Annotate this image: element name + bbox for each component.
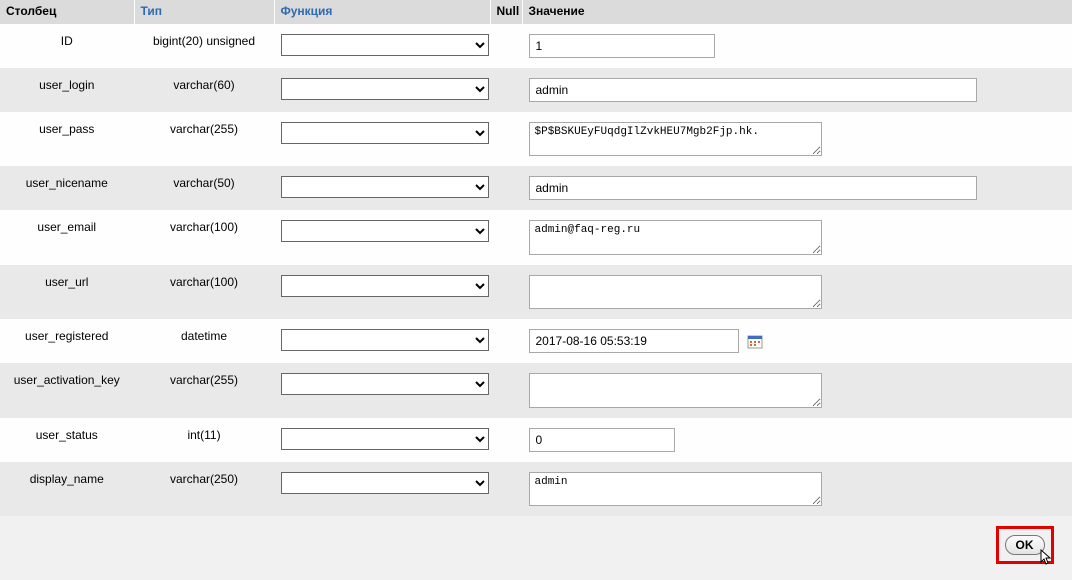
function-select[interactable] <box>281 275 489 297</box>
null-cell <box>490 24 522 68</box>
header-null: Null <box>490 0 522 24</box>
column-name: user_status <box>0 418 134 462</box>
column-type: varchar(100) <box>134 210 274 264</box>
column-name: user_nicename <box>0 166 134 210</box>
value-input[interactable] <box>529 329 739 353</box>
header-value: Значение <box>522 0 1072 24</box>
function-select[interactable] <box>281 428 489 450</box>
value-textarea[interactable] <box>529 220 822 254</box>
value-cell <box>522 418 1072 462</box>
value-input[interactable] <box>529 428 675 452</box>
column-name: user_registered <box>0 319 134 363</box>
column-name: user_url <box>0 265 134 319</box>
value-cell <box>522 112 1072 166</box>
function-select[interactable] <box>281 78 489 100</box>
column-type: bigint(20) unsigned <box>134 24 274 68</box>
column-name: user_pass <box>0 112 134 166</box>
header-column: Столбец <box>0 0 134 24</box>
function-select[interactable] <box>281 220 489 242</box>
value-cell <box>522 210 1072 264</box>
function-cell <box>274 265 490 319</box>
column-name: display_name <box>0 462 134 516</box>
column-type: varchar(50) <box>134 166 274 210</box>
null-cell <box>490 418 522 462</box>
value-textarea[interactable] <box>529 275 822 309</box>
column-name: user_email <box>0 210 134 264</box>
function-select[interactable] <box>281 329 489 351</box>
function-select[interactable] <box>281 122 489 144</box>
table-row: user_emailvarchar(100) <box>0 210 1072 264</box>
value-cell <box>522 265 1072 319</box>
function-select[interactable] <box>281 34 489 56</box>
value-cell <box>522 24 1072 68</box>
value-input[interactable] <box>529 34 715 58</box>
value-cell <box>522 363 1072 417</box>
function-cell <box>274 112 490 166</box>
column-type: varchar(100) <box>134 265 274 319</box>
table-row: user_loginvarchar(60) <box>0 68 1072 112</box>
function-cell <box>274 68 490 112</box>
column-type: varchar(255) <box>134 363 274 417</box>
table-row: user_activation_keyvarchar(255) <box>0 363 1072 417</box>
value-cell <box>522 68 1072 112</box>
header-type[interactable]: Тип <box>134 0 274 24</box>
column-name: user_activation_key <box>0 363 134 417</box>
edit-row-table: Столбец Тип Функция Null Значение IDbigi… <box>0 0 1072 580</box>
null-cell <box>490 462 522 516</box>
table-row: user_passvarchar(255) <box>0 112 1072 166</box>
column-type: datetime <box>134 319 274 363</box>
null-cell <box>490 363 522 417</box>
table-row: user_nicenamevarchar(50) <box>0 166 1072 210</box>
null-cell <box>490 112 522 166</box>
ok-highlight: OK <box>996 526 1054 564</box>
column-type: int(11) <box>134 418 274 462</box>
function-select[interactable] <box>281 472 489 494</box>
null-cell <box>490 210 522 264</box>
value-input[interactable] <box>529 78 977 102</box>
function-cell <box>274 462 490 516</box>
function-cell <box>274 166 490 210</box>
column-type: varchar(60) <box>134 68 274 112</box>
function-cell <box>274 319 490 363</box>
column-type: varchar(250) <box>134 462 274 516</box>
value-textarea[interactable] <box>529 472 822 506</box>
function-cell <box>274 363 490 417</box>
value-cell <box>522 319 1072 363</box>
value-textarea[interactable] <box>529 373 822 407</box>
function-select[interactable] <box>281 373 489 395</box>
column-type: varchar(255) <box>134 112 274 166</box>
value-input[interactable] <box>529 176 977 200</box>
calendar-icon[interactable] <box>747 333 763 349</box>
header-function[interactable]: Функция <box>274 0 490 24</box>
value-cell <box>522 166 1072 210</box>
function-select[interactable] <box>281 176 489 198</box>
table-row: IDbigint(20) unsigned <box>0 24 1072 68</box>
table-row: user_statusint(11) <box>0 418 1072 462</box>
null-cell <box>490 68 522 112</box>
table-row: user_urlvarchar(100) <box>0 265 1072 319</box>
function-cell <box>274 418 490 462</box>
submit-row: OK <box>0 516 1072 580</box>
column-name: user_login <box>0 68 134 112</box>
table-row: user_registereddatetime <box>0 319 1072 363</box>
function-cell <box>274 210 490 264</box>
value-textarea[interactable] <box>529 122 822 156</box>
value-cell <box>522 462 1072 516</box>
column-name: ID <box>0 24 134 68</box>
null-cell <box>490 166 522 210</box>
ok-button[interactable]: OK <box>1005 535 1045 555</box>
null-cell <box>490 319 522 363</box>
function-cell <box>274 24 490 68</box>
table-row: display_namevarchar(250) <box>0 462 1072 516</box>
null-cell <box>490 265 522 319</box>
